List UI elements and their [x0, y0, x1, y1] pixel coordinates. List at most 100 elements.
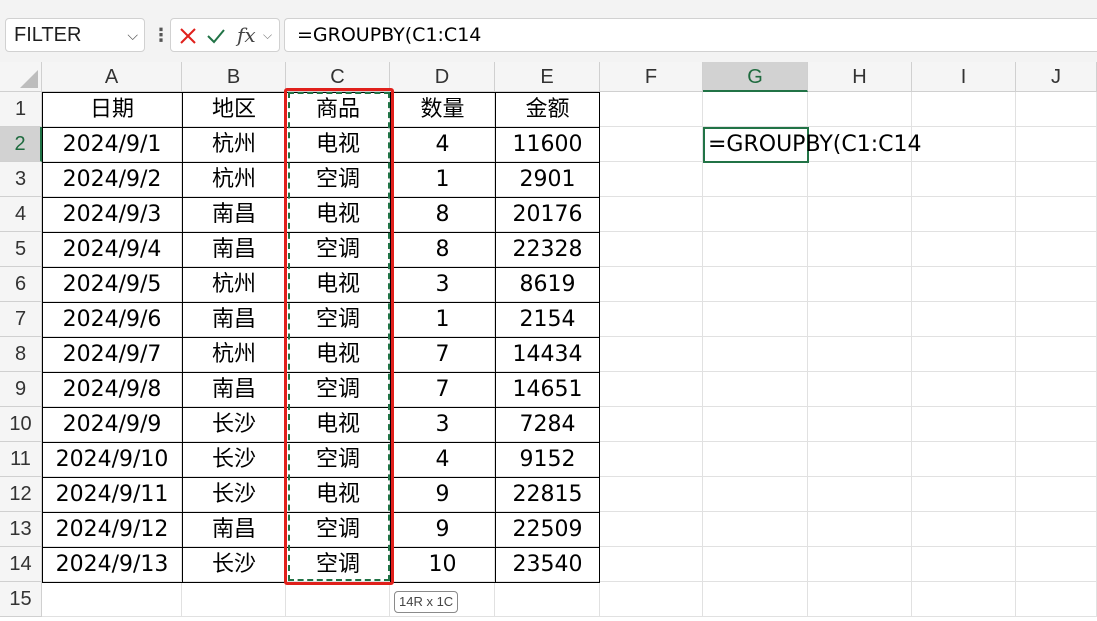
- table-cell[interactable]: 2024/9/1: [42, 127, 182, 162]
- table-cell[interactable]: 2024/9/4: [42, 232, 182, 267]
- grid-cell[interactable]: [808, 162, 912, 197]
- grid-cell[interactable]: [1016, 337, 1097, 372]
- table-cell[interactable]: 电视: [286, 197, 390, 232]
- table-header-cell[interactable]: 商品: [286, 92, 390, 127]
- select-all-corner[interactable]: [0, 62, 42, 92]
- grid-cell[interactable]: [703, 512, 808, 547]
- grid-cell[interactable]: [912, 407, 1016, 442]
- row-header-12[interactable]: 12: [0, 477, 42, 512]
- table-cell[interactable]: 2024/9/8: [42, 372, 182, 407]
- row-header-14[interactable]: 14: [0, 547, 42, 582]
- grid-cell[interactable]: [808, 302, 912, 337]
- grid-cell[interactable]: [808, 442, 912, 477]
- table-cell[interactable]: 空调: [286, 232, 390, 267]
- grid-cell[interactable]: [600, 582, 703, 617]
- row-header-10[interactable]: 10: [0, 407, 42, 442]
- column-header-f[interactable]: F: [600, 62, 703, 92]
- grid-cell[interactable]: [912, 127, 1016, 162]
- table-cell[interactable]: 20176: [495, 197, 600, 232]
- grid-cell[interactable]: [42, 582, 182, 617]
- grid-cell[interactable]: [703, 197, 808, 232]
- table-cell[interactable]: 空调: [286, 512, 390, 547]
- table-cell[interactable]: 电视: [286, 337, 390, 372]
- check-icon[interactable]: [205, 25, 227, 47]
- row-header-8[interactable]: 8: [0, 337, 42, 372]
- table-cell[interactable]: 南昌: [182, 197, 286, 232]
- table-cell[interactable]: 2024/9/11: [42, 477, 182, 512]
- table-cell[interactable]: 14651: [495, 372, 600, 407]
- cancel-x-icon[interactable]: [177, 25, 199, 47]
- column-header-h[interactable]: H: [808, 62, 912, 92]
- row-header-1[interactable]: 1: [0, 92, 42, 127]
- table-cell[interactable]: 22815: [495, 477, 600, 512]
- grid-cell[interactable]: [600, 197, 703, 232]
- table-cell[interactable]: 7: [390, 337, 495, 372]
- grid-cell[interactable]: [912, 267, 1016, 302]
- grid-cell[interactable]: [1016, 302, 1097, 337]
- table-cell[interactable]: 23540: [495, 547, 600, 582]
- grid-cell[interactable]: [808, 582, 912, 617]
- column-header-b[interactable]: B: [182, 62, 286, 92]
- chevron-down-icon[interactable]: ⌵: [127, 19, 138, 51]
- row-header-9[interactable]: 9: [0, 372, 42, 407]
- grid-cell[interactable]: [600, 442, 703, 477]
- table-cell[interactable]: 2024/9/3: [42, 197, 182, 232]
- table-cell[interactable]: 7284: [495, 407, 600, 442]
- grid-cell[interactable]: [808, 372, 912, 407]
- row-header-6[interactable]: 6: [0, 267, 42, 302]
- row-header-13[interactable]: 13: [0, 512, 42, 547]
- table-cell[interactable]: 8: [390, 232, 495, 267]
- row-header-15[interactable]: 15: [0, 582, 42, 617]
- table-cell[interactable]: 22509: [495, 512, 600, 547]
- table-cell[interactable]: 3: [390, 407, 495, 442]
- table-cell[interactable]: 长沙: [182, 547, 286, 582]
- grid-cell[interactable]: [912, 337, 1016, 372]
- table-cell[interactable]: 空调: [286, 547, 390, 582]
- table-cell[interactable]: 8619: [495, 267, 600, 302]
- grid-cell[interactable]: [1016, 407, 1097, 442]
- fx-chevron-icon[interactable]: ⌵: [263, 19, 272, 51]
- table-cell[interactable]: 2024/9/12: [42, 512, 182, 547]
- table-cell[interactable]: 4: [390, 127, 495, 162]
- grid-cell[interactable]: [286, 582, 390, 617]
- grid-cell[interactable]: [1016, 232, 1097, 267]
- table-cell[interactable]: 南昌: [182, 302, 286, 337]
- grid-cell[interactable]: [600, 477, 703, 512]
- grid-cell[interactable]: [1016, 477, 1097, 512]
- table-cell[interactable]: 南昌: [182, 372, 286, 407]
- grid-cell[interactable]: [1016, 372, 1097, 407]
- formula-input[interactable]: =GROUPBY(C1:C14: [284, 18, 1097, 52]
- row-header-11[interactable]: 11: [0, 442, 42, 477]
- grid-cell[interactable]: [703, 582, 808, 617]
- column-header-j[interactable]: J: [1016, 62, 1097, 92]
- grid-cell[interactable]: [808, 197, 912, 232]
- grid-cell[interactable]: [600, 92, 703, 127]
- grid-cell[interactable]: [808, 477, 912, 512]
- row-header-4[interactable]: 4: [0, 197, 42, 232]
- table-cell[interactable]: 空调: [286, 302, 390, 337]
- grid-cell[interactable]: [600, 407, 703, 442]
- grid-cell[interactable]: [495, 582, 600, 617]
- grid-cell[interactable]: [912, 582, 1016, 617]
- table-cell[interactable]: 11600: [495, 127, 600, 162]
- row-header-7[interactable]: 7: [0, 302, 42, 337]
- table-cell[interactable]: 空调: [286, 372, 390, 407]
- grid-cell[interactable]: [1016, 92, 1097, 127]
- grid-cell[interactable]: [912, 92, 1016, 127]
- table-cell[interactable]: 电视: [286, 407, 390, 442]
- grid-cell[interactable]: [912, 302, 1016, 337]
- table-cell[interactable]: 1: [390, 302, 495, 337]
- table-cell[interactable]: 2024/9/6: [42, 302, 182, 337]
- table-cell[interactable]: 电视: [286, 267, 390, 302]
- grid-cell[interactable]: [1016, 547, 1097, 582]
- grid-cell[interactable]: [703, 477, 808, 512]
- grid-cell[interactable]: [703, 372, 808, 407]
- column-header-d[interactable]: D: [390, 62, 495, 92]
- table-cell[interactable]: 空调: [286, 162, 390, 197]
- table-cell[interactable]: 7: [390, 372, 495, 407]
- grid-cell[interactable]: [1016, 127, 1097, 162]
- column-header-e[interactable]: E: [495, 62, 600, 92]
- table-cell[interactable]: 8: [390, 197, 495, 232]
- fx-icon[interactable]: fx: [237, 19, 256, 51]
- grid-cell[interactable]: [1016, 162, 1097, 197]
